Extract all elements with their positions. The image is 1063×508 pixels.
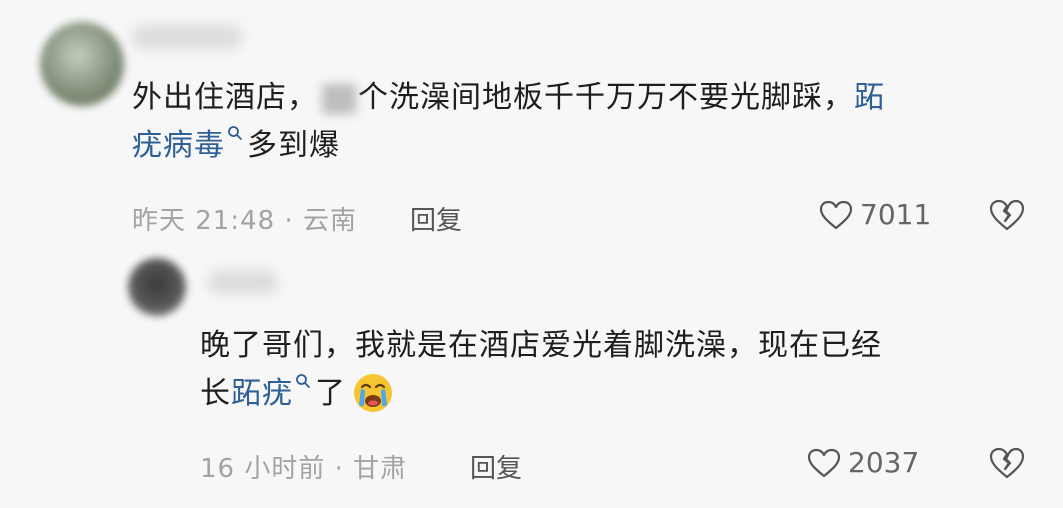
username[interactable] <box>132 25 242 49</box>
username[interactable] <box>208 270 278 294</box>
like-count: 7011 <box>860 198 932 231</box>
comment-text-segment: 多到爆 <box>247 128 340 163</box>
reply-text: 晚了哥们，我就是在酒店爱光着脚洗澡，现在已经 长跖疣 了 <box>200 322 882 418</box>
search-icon[interactable] <box>227 108 243 140</box>
broken-heart-icon <box>989 447 1025 479</box>
reply-text-segment: 长 <box>200 376 231 411</box>
search-keyword-link[interactable]: 疣病毒 <box>132 128 225 163</box>
search-keyword-link[interactable]: 跖 <box>854 80 885 115</box>
comment-meta: 昨天 21:48 · 云南 <box>132 206 357 236</box>
dislike-button[interactable] <box>988 198 1026 236</box>
comment-text-segment: 外出住酒店， <box>132 80 318 115</box>
like-count: 2037 <box>848 446 920 479</box>
reply-button[interactable]: 回复 <box>410 200 462 237</box>
search-icon[interactable] <box>295 356 311 388</box>
blurred-text <box>322 83 356 114</box>
dislike-button[interactable] <box>988 446 1026 484</box>
reply-text-segment: 了 <box>315 376 346 411</box>
broken-heart-icon <box>989 199 1025 231</box>
avatar[interactable] <box>128 258 186 316</box>
reply-meta: 16 小时前 · 甘肃 <box>200 454 408 484</box>
like-button[interactable]: 7011 <box>818 198 931 231</box>
reply-button[interactable]: 回复 <box>470 448 522 485</box>
search-keyword-link[interactable]: 跖疣 <box>231 376 293 411</box>
crying-emoji-icon <box>352 372 394 414</box>
heart-icon <box>819 200 853 229</box>
comment-text: 外出住酒店， 个洗澡间地板千千万万不要光脚踩，跖 疣病毒 多到爆 <box>132 74 885 170</box>
comment-text-segment: 个洗澡间地板千千万万不要光脚踩， <box>358 80 854 115</box>
like-button[interactable]: 2037 <box>806 446 919 479</box>
heart-icon <box>807 448 841 477</box>
avatar[interactable] <box>40 22 124 106</box>
